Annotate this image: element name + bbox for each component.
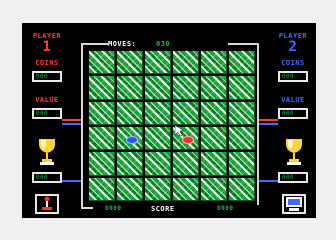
board-tile[interactable] xyxy=(117,101,143,125)
board-tile[interactable] xyxy=(201,127,227,151)
score-label: SCORE xyxy=(151,205,175,213)
trophy-icon xyxy=(286,139,302,165)
moves-bar: MOVES: 030 xyxy=(108,40,228,50)
board-tile[interactable] xyxy=(117,177,143,201)
board-tile[interactable] xyxy=(145,177,171,201)
board-tile[interactable] xyxy=(173,177,199,201)
board-tile[interactable] xyxy=(89,152,115,176)
board-tile[interactable] xyxy=(89,127,115,151)
board-tile[interactable] xyxy=(201,76,227,100)
joystick-icon xyxy=(42,196,52,210)
board-tile[interactable] xyxy=(173,101,199,125)
score-bar: 0000 SCORE 0000 xyxy=(93,205,259,215)
player2-wire xyxy=(258,123,278,125)
player2-piece[interactable] xyxy=(126,136,138,144)
board-tile[interactable] xyxy=(89,101,115,125)
board-tile[interactable] xyxy=(117,152,143,176)
moves-label: MOVES: xyxy=(108,40,137,48)
board-tile[interactable] xyxy=(201,152,227,176)
board-tile[interactable] xyxy=(145,152,171,176)
board-tile[interactable] xyxy=(229,51,255,75)
player2-value-display: 000 xyxy=(278,108,308,119)
player2-number: 2 xyxy=(288,39,298,55)
player2-trophy-value: 000 xyxy=(282,174,295,181)
player1-number: 1 xyxy=(42,39,52,55)
game-board-frame xyxy=(81,43,259,209)
player1-value-display: 000 xyxy=(32,108,62,119)
mouse-cursor-icon xyxy=(175,125,185,137)
computer-icon xyxy=(286,197,302,211)
player2-wire xyxy=(258,180,278,182)
board-tile[interactable] xyxy=(89,76,115,100)
player1-trophy-value: 000 xyxy=(36,174,49,181)
trophy-icon xyxy=(39,139,55,165)
player1-wire xyxy=(62,119,82,121)
game-screen: PLAYER 1 COINS 000 VALUE 000 000 PLAYER … xyxy=(22,23,316,218)
board-tile[interactable] xyxy=(201,101,227,125)
board-tile[interactable] xyxy=(117,51,143,75)
player1-coins-display: 000 xyxy=(32,71,62,82)
board-tile[interactable] xyxy=(229,177,255,201)
player1-value-label: VALUE xyxy=(35,96,59,104)
player2-value-value: 000 xyxy=(282,110,295,117)
player2-control-box[interactable] xyxy=(282,194,306,214)
game-board[interactable] xyxy=(89,51,255,201)
moves-value: 030 xyxy=(156,40,171,48)
score-player1: 0000 xyxy=(105,205,122,212)
player2-coins-label: COINS xyxy=(281,59,305,67)
player2-value-label: VALUE xyxy=(281,96,305,104)
board-tile[interactable] xyxy=(145,76,171,100)
board-tile[interactable] xyxy=(117,76,143,100)
player1-wire xyxy=(62,180,82,182)
board-tile[interactable] xyxy=(145,127,171,151)
board-tile[interactable] xyxy=(173,51,199,75)
player1-control-box[interactable] xyxy=(35,194,59,214)
player2-coins-value: 000 xyxy=(282,73,295,80)
board-tile[interactable] xyxy=(173,76,199,100)
player1-coins-label: COINS xyxy=(35,59,59,67)
player1-trophy-display: 000 xyxy=(32,172,62,183)
player1-value-value: 000 xyxy=(36,110,49,117)
player2-trophy-display: 000 xyxy=(278,172,308,183)
board-tile[interactable] xyxy=(145,101,171,125)
board-tile[interactable] xyxy=(201,51,227,75)
board-tile[interactable] xyxy=(145,51,171,75)
score-player2: 0000 xyxy=(217,205,234,212)
board-tile[interactable] xyxy=(89,51,115,75)
board-tile[interactable] xyxy=(89,177,115,201)
player2-coins-display: 000 xyxy=(278,71,308,82)
board-tile[interactable] xyxy=(173,152,199,176)
board-tile[interactable] xyxy=(229,152,255,176)
player1-coins-value: 000 xyxy=(36,73,49,80)
board-tile[interactable] xyxy=(229,76,255,100)
player1-wire xyxy=(62,123,82,125)
player2-wire xyxy=(258,119,278,121)
player1-piece[interactable] xyxy=(182,136,194,144)
board-tile[interactable] xyxy=(229,127,255,151)
board-tile[interactable] xyxy=(201,177,227,201)
board-tile[interactable] xyxy=(229,101,255,125)
